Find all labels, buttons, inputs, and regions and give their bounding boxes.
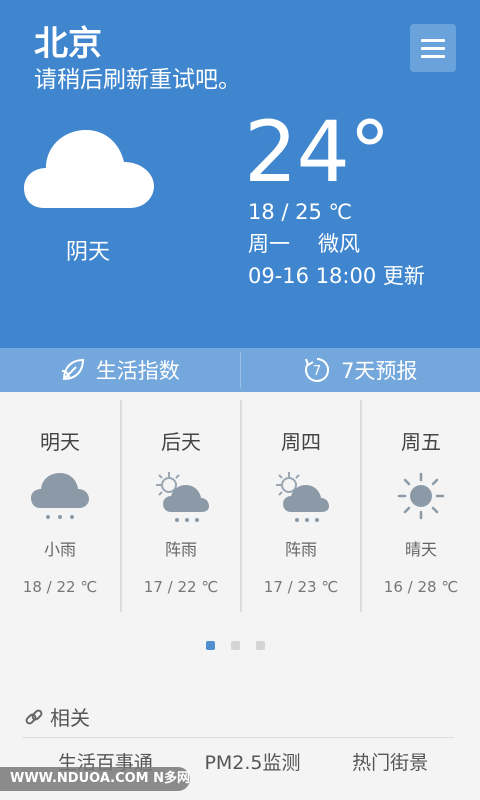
tab-life-index-label: 生活指数 bbox=[95, 359, 180, 383]
forecast-desc: 阵雨 bbox=[164, 540, 197, 559]
rain-cloud-icon bbox=[31, 473, 89, 519]
related-title: 相关 bbox=[50, 706, 90, 730]
tab-life-index[interactable]: 生活指数 bbox=[0, 348, 240, 392]
forecast-day: 后天 阵雨 17 / 22 ℃ bbox=[120, 400, 240, 612]
watermark: WWW.NDUOA.COM N多网 bbox=[0, 767, 190, 791]
weekday-wind-row: 周一 微风 bbox=[248, 230, 360, 258]
page-dot-active[interactable] bbox=[206, 641, 215, 650]
link-pm25[interactable]: PM2.5监测 bbox=[204, 748, 300, 775]
forecast-strip[interactable]: 明天 小雨 18 / 22 ℃ 后天 阵雨 17 / 22 ℃ 周四 阵雨 17… bbox=[0, 400, 480, 620]
wind: 微风 bbox=[318, 232, 360, 256]
tab-7day-forecast[interactable]: 7 7天预报 bbox=[241, 348, 480, 392]
current-condition: 阴天 bbox=[65, 240, 110, 265]
menu-icon bbox=[421, 38, 445, 42]
related-header: 相关 bbox=[24, 702, 90, 731]
page-dot[interactable] bbox=[231, 641, 240, 650]
forecast-temp: 17 / 22 ℃ bbox=[143, 578, 219, 596]
status-message: 请稍后刷新重试吧。 bbox=[34, 67, 241, 93]
forecast-temp: 18 / 22 ℃ bbox=[22, 578, 98, 596]
forecast-day: 周五 晴天 16 / 28 ℃ bbox=[360, 400, 480, 612]
forecast-desc: 阵雨 bbox=[284, 540, 317, 559]
update-time: 09-16 18:00 更新 bbox=[248, 264, 425, 288]
sun-cloud-rain-icon bbox=[276, 472, 329, 522]
tab-bar: 生活指数 7 7天预报 bbox=[0, 348, 480, 392]
forecast-day-name: 后天 bbox=[161, 430, 201, 454]
menu-button[interactable] bbox=[410, 24, 456, 72]
tab-7day-label: 7天预报 bbox=[341, 359, 418, 383]
divider bbox=[22, 737, 454, 738]
forecast-day: 明天 小雨 18 / 22 ℃ bbox=[0, 400, 120, 612]
svg-text:7: 7 bbox=[313, 364, 321, 379]
forecast-desc: 小雨 bbox=[43, 540, 76, 559]
seven-day-icon: 7 bbox=[305, 358, 330, 382]
page-indicator bbox=[206, 641, 265, 650]
forecast-desc: 晴天 bbox=[404, 540, 437, 559]
city-name[interactable]: 北京 bbox=[34, 24, 102, 64]
weather-hero: 北京 请稍后刷新重试吧。 阴天 24° 18 / 25 ℃ 周一 微风 09-16… bbox=[0, 0, 480, 348]
page-dot[interactable] bbox=[256, 641, 265, 650]
leaf-icon bbox=[61, 358, 84, 381]
link-street-view[interactable]: 热门街景 bbox=[352, 748, 428, 775]
forecast-day: 周四 阵雨 17 / 23 ℃ bbox=[240, 400, 360, 612]
forecast-temp: 17 / 23 ℃ bbox=[263, 578, 339, 596]
forecast-day-name: 周五 bbox=[401, 430, 441, 454]
cloud-icon bbox=[24, 130, 154, 208]
sun-icon bbox=[397, 472, 445, 520]
forecast-day-name: 周四 bbox=[281, 430, 321, 454]
weekday: 周一 bbox=[248, 232, 290, 256]
forecast-temp: 16 / 28 ℃ bbox=[383, 578, 459, 596]
temp-range: 18 / 25 ℃ bbox=[248, 200, 353, 224]
forecast-day-name: 明天 bbox=[40, 430, 80, 454]
sun-cloud-rain-icon bbox=[156, 472, 209, 522]
link-icon bbox=[25, 709, 43, 724]
current-temperature: 24° bbox=[244, 103, 391, 201]
